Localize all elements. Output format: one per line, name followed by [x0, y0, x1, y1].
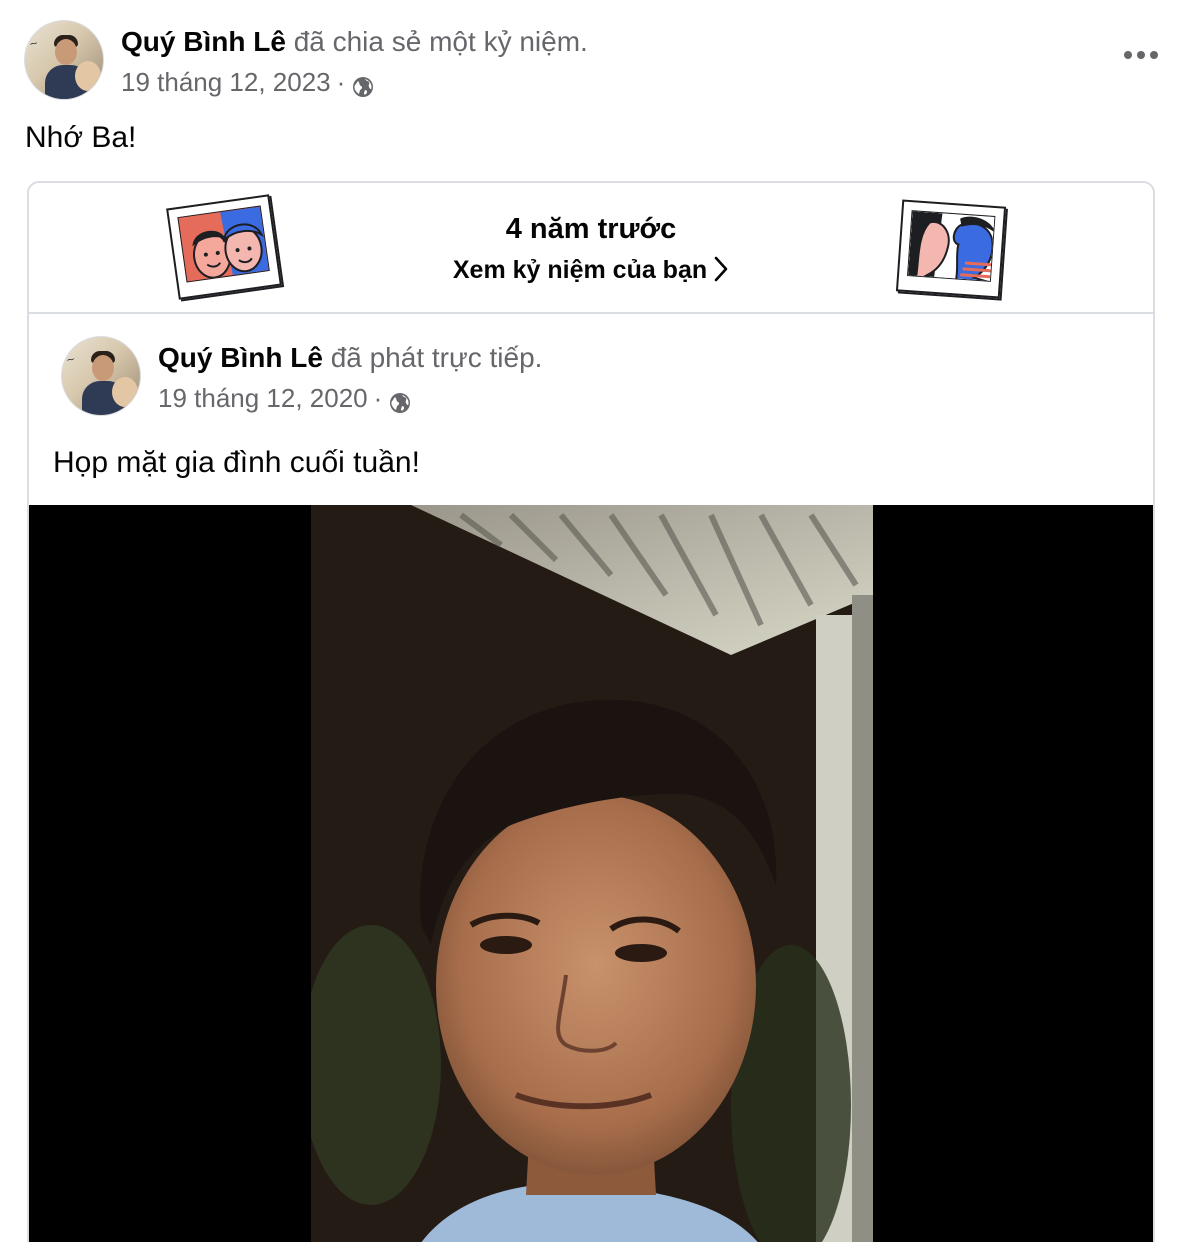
- view-memories-label: Xem kỷ niệm của bạn: [452, 256, 708, 284]
- post-message: Nhớ Ba!: [25, 121, 137, 154]
- more-options-button[interactable]: [1124, 46, 1158, 64]
- shared-post-avatar[interactable]: ~: [61, 336, 141, 416]
- video-thumbnail: [311, 505, 873, 1242]
- shared-post-header: ~ Quý Bình Lê đã phát trực tiếp. 19 thán…: [61, 336, 1153, 418]
- shared-post-action-text: đã phát trực tiếp.: [330, 342, 543, 373]
- post-action-text: đã chia sẻ một kỷ niệm.: [293, 26, 588, 57]
- post-timestamp[interactable]: 19 tháng 12, 2023: [121, 62, 331, 102]
- chevron-right-icon: [714, 256, 728, 282]
- memory-banner[interactable]: 4 năm trước Xem kỷ niệm của bạn: [29, 183, 1153, 314]
- author-name-link[interactable]: Quý Bình Lê: [121, 26, 286, 57]
- post-header-text: Quý Bình Lê đã chia sẻ một kỷ niệm. 19 t…: [121, 22, 588, 102]
- couple-illustration-icon: [895, 199, 1007, 299]
- more-horizontal-icon: [1124, 51, 1132, 59]
- globe-icon[interactable]: [388, 386, 412, 413]
- post-header: ~ Quý Bình Lê đã chia sẻ một kỷ niệm. 19…: [24, 20, 1180, 102]
- live-video-player[interactable]: [29, 505, 1153, 1242]
- shared-post-message: Họp mặt gia đình cuối tuần!: [53, 446, 420, 479]
- globe-icon[interactable]: [351, 70, 375, 97]
- author-avatar[interactable]: ~: [24, 20, 104, 100]
- memory-card: 4 năm trước Xem kỷ niệm của bạn ~ Quý Bì…: [27, 181, 1155, 1242]
- separator-dot: ·: [373, 383, 383, 413]
- facebook-post: ~ Quý Bình Lê đã chia sẻ một kỷ niệm. 19…: [0, 0, 1180, 1242]
- separator-dot: ·: [336, 67, 346, 97]
- shared-post-timestamp[interactable]: 19 tháng 12, 2020: [158, 378, 368, 418]
- shared-author-name-link[interactable]: Quý Bình Lê: [158, 342, 323, 373]
